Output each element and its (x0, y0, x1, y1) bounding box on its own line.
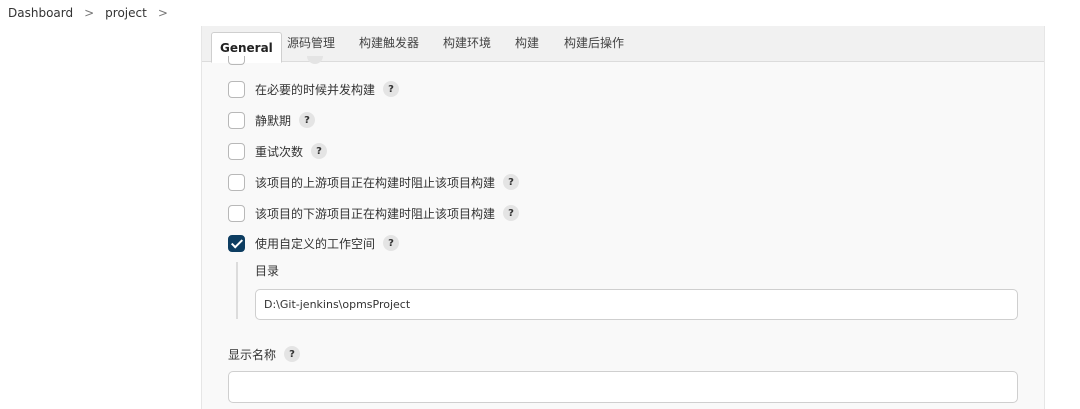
retry-count-checkbox[interactable] (228, 142, 245, 160)
option-block-upstream[interactable]: 该项目的上游项目正在构建时阻止该项目构建 ? (228, 173, 520, 191)
option-label: 使用自定义的工作空间 (255, 236, 376, 251)
tab-general[interactable]: General (211, 32, 282, 63)
quiet-period-checkbox[interactable] (228, 111, 245, 129)
hidden-option-checkbox[interactable] (228, 56, 245, 65)
option-block-downstream[interactable]: 该项目的下游项目正在构建时阻止该项目构建 ? (228, 204, 520, 222)
breadcrumb-bar: Dashboard > project > (0, 0, 1080, 26)
breadcrumb-dashboard[interactable]: Dashboard (8, 6, 73, 20)
directory-label: 目录 (255, 264, 280, 278)
config-tab-bar: General 源码管理 构建触发器 构建环境 构建 构建后操作 (202, 26, 1044, 63)
help-icon[interactable]: ? (383, 81, 400, 97)
block-downstream-checkbox[interactable] (228, 204, 245, 222)
tab-post-build-actions[interactable]: 构建后操作 (564, 34, 624, 51)
breadcrumb-separator-icon: > (84, 6, 95, 20)
directory-input[interactable]: D:\Git-jenkins\opmsProject (255, 289, 1018, 320)
option-label: 静默期 (255, 113, 292, 128)
option-quiet-period[interactable]: 静默期 ? (228, 111, 316, 129)
display-name-input[interactable] (228, 371, 1018, 403)
display-name-field-label: 显示名称 ? (228, 345, 301, 363)
help-icon[interactable]: ? (284, 346, 301, 362)
help-icon[interactable]: ? (503, 205, 520, 221)
nested-section-indicator (236, 262, 238, 319)
tab-build-triggers[interactable]: 构建触发器 (359, 34, 419, 51)
block-upstream-checkbox[interactable] (228, 173, 245, 191)
tab-build[interactable]: 构建 (515, 34, 539, 51)
option-concurrent-build[interactable]: 在必要的时候并发构建 ? (228, 80, 400, 98)
custom-workspace-checkbox[interactable] (228, 234, 245, 252)
option-label: 该项目的上游项目正在构建时阻止该项目构建 (255, 175, 496, 190)
left-sidebar (0, 26, 200, 409)
display-name-label: 显示名称 (228, 347, 277, 362)
breadcrumb-project[interactable]: project (105, 6, 147, 20)
option-label: 在必要的时候并发构建 (255, 82, 376, 97)
tab-source-code-management[interactable]: 源码管理 (287, 34, 335, 51)
help-icon[interactable]: ? (311, 143, 328, 159)
option-label: 重试次数 (255, 144, 304, 159)
option-custom-workspace[interactable]: 使用自定义的工作空间 ? (228, 234, 400, 252)
concurrent-build-checkbox[interactable] (228, 80, 245, 98)
option-retry-count[interactable]: 重试次数 ? (228, 142, 328, 160)
help-icon[interactable]: ? (503, 174, 520, 190)
breadcrumb-chevron-icon[interactable]: > (158, 6, 168, 20)
help-icon[interactable]: ? (383, 235, 400, 251)
option-label: 该项目的下游项目正在构建时阻止该项目构建 (255, 206, 496, 221)
help-icon[interactable]: ? (299, 112, 316, 128)
tab-build-environment[interactable]: 构建环境 (443, 34, 491, 51)
